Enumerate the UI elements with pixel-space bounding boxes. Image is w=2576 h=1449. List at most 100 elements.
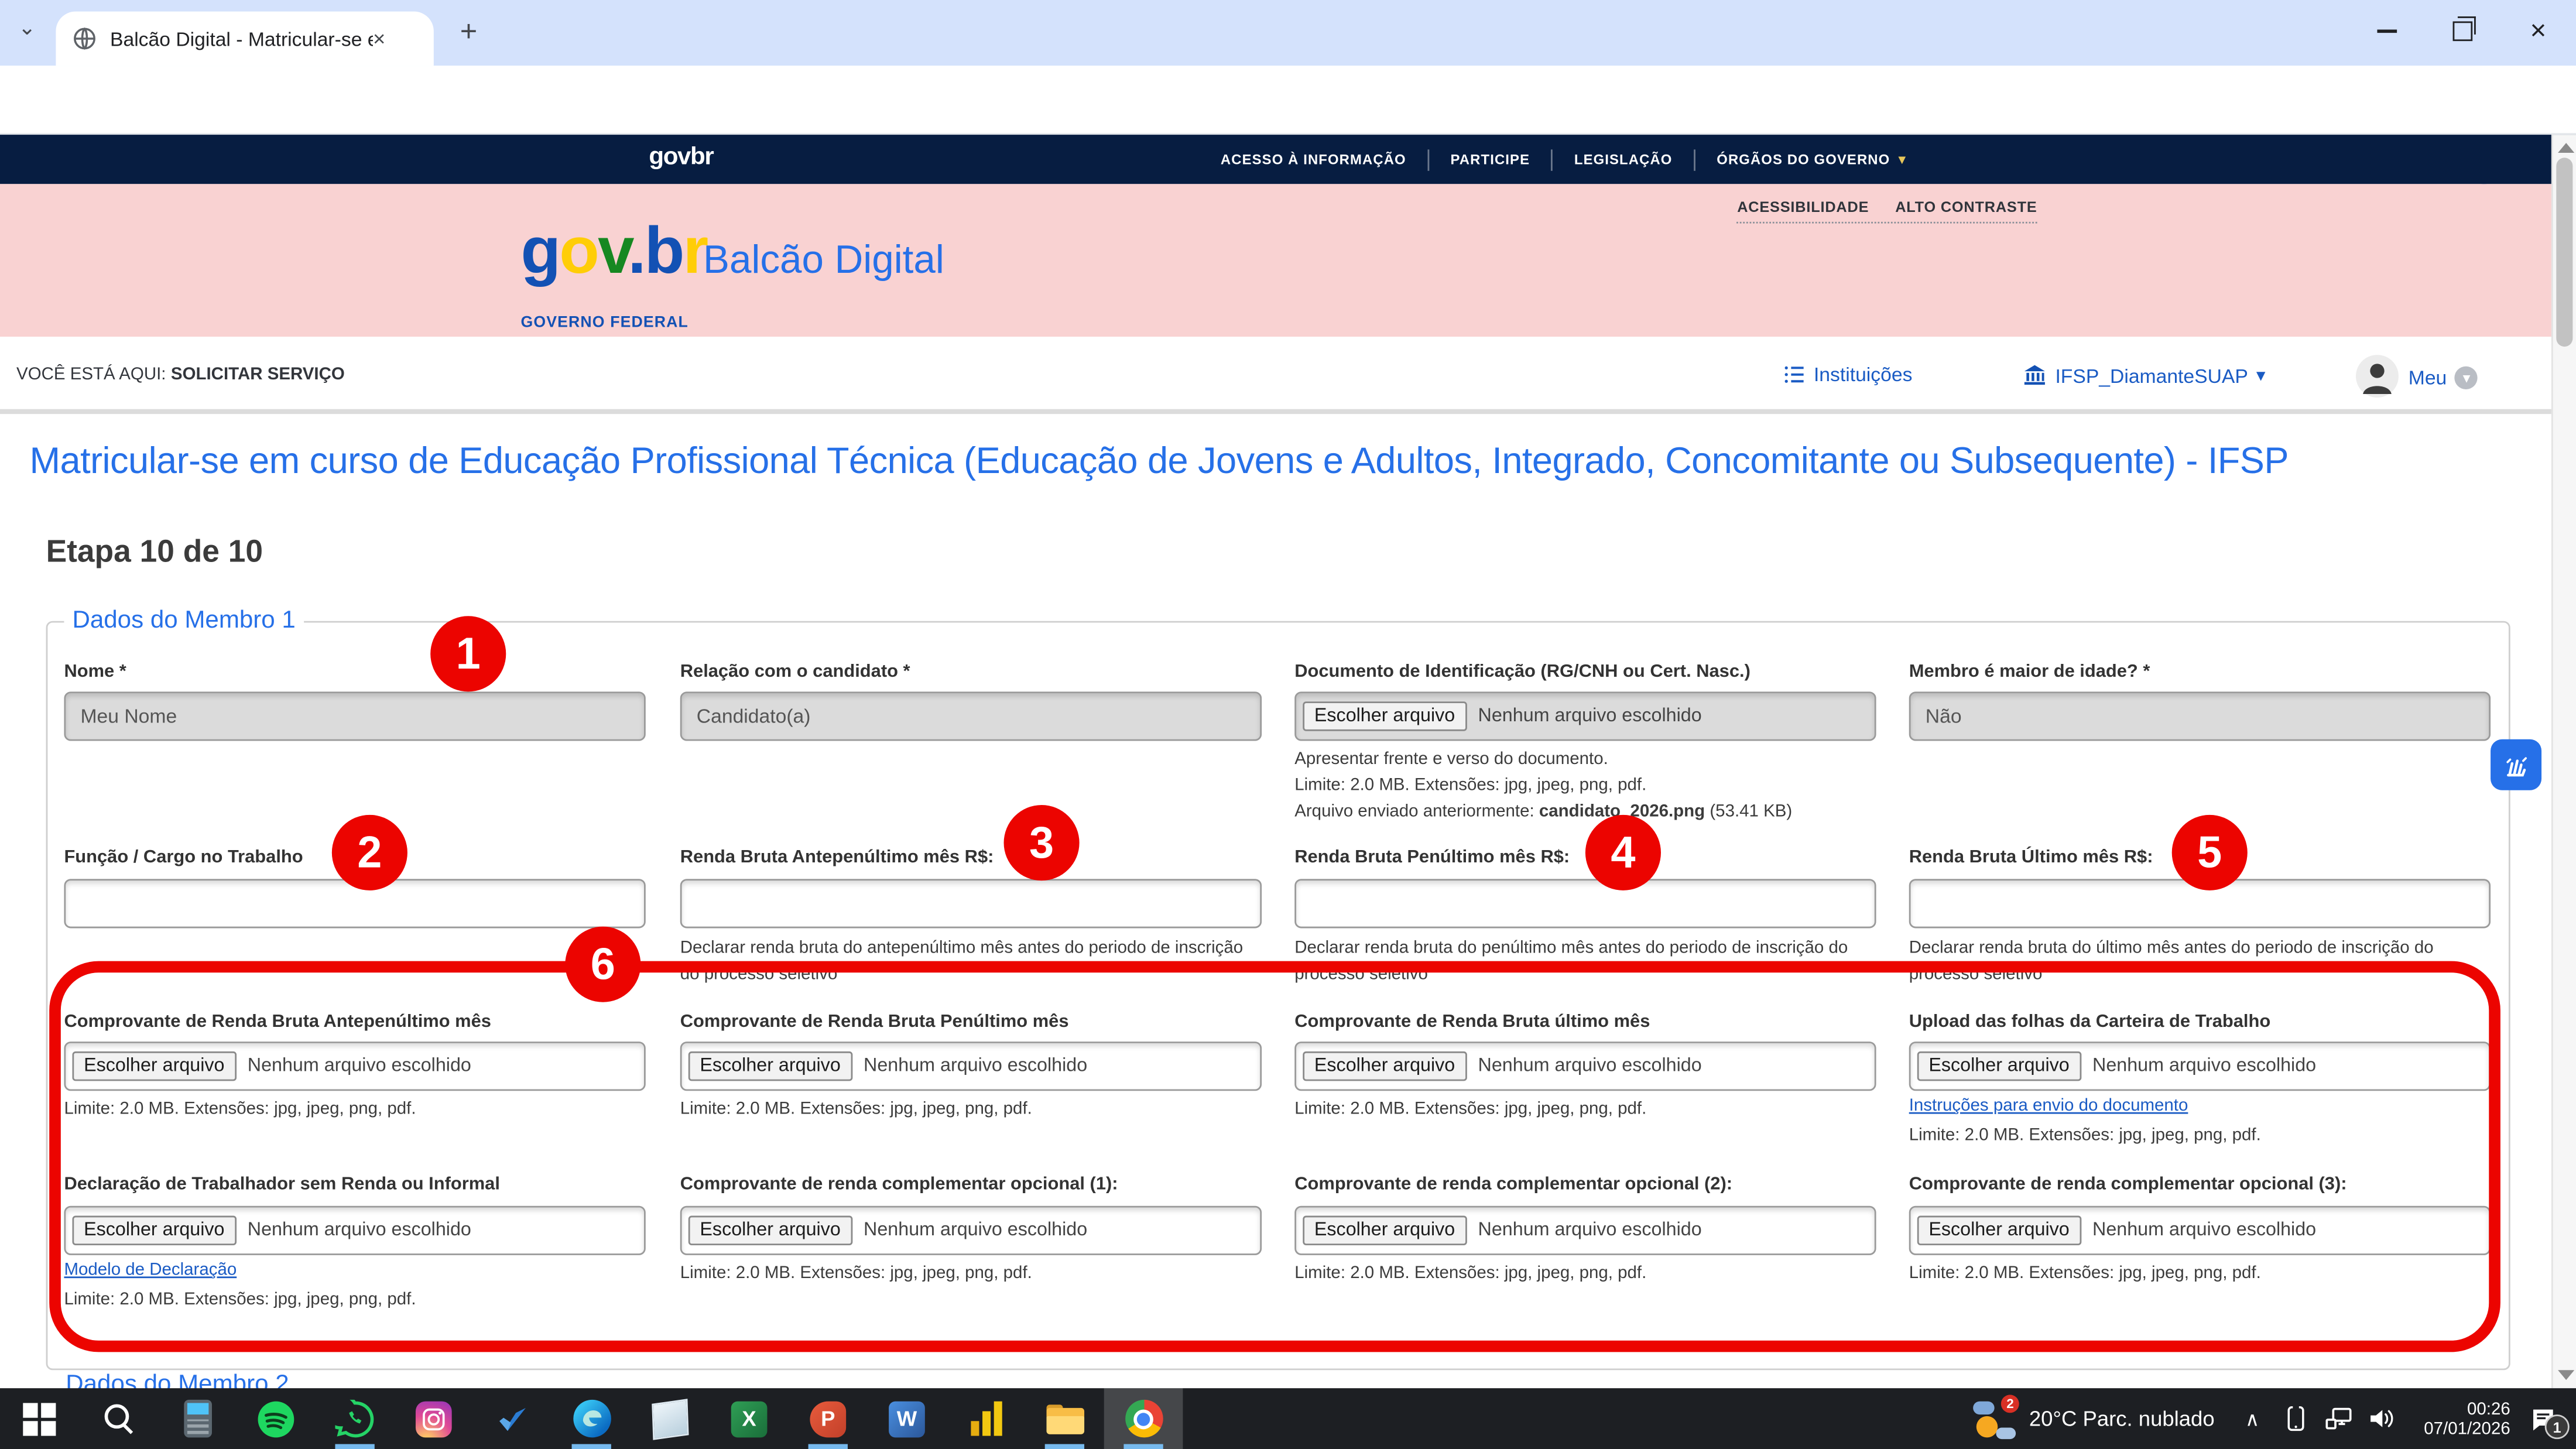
scroll-up-icon[interactable] xyxy=(2558,143,2574,153)
relacao-input: Candidato(a) xyxy=(680,691,1262,741)
close-tab-icon[interactable]: × xyxy=(373,28,385,49)
taskbar-icon-calculator[interactable] xyxy=(157,1388,237,1449)
prev-file-size: (53.41 KB) xyxy=(1705,801,1792,821)
vlibras-button[interactable] xyxy=(2491,739,2541,790)
choose-file-button[interactable]: Escolher arquivo xyxy=(1303,701,1467,731)
annotation-rectangle xyxy=(49,961,2500,1352)
tab-title: Balcão Digital - Matricular-se e xyxy=(110,27,373,50)
govbr-navbar-logo[interactable]: govbr xyxy=(649,143,713,171)
tray-chevron-icon[interactable]: ∧ xyxy=(2231,1407,2274,1430)
renda-antepenultimo-label: Renda Bruta Antepenúltimo mês R$: xyxy=(680,848,994,868)
renda-penultimo-label: Renda Bruta Penúltimo mês R$: xyxy=(1294,848,1570,868)
browser-tab[interactable]: Balcão Digital - Matricular-se e × xyxy=(56,12,433,66)
govbr-logo[interactable]: gov.br GOVERNO FEDERAL xyxy=(521,220,707,355)
restore-icon xyxy=(2453,21,2473,41)
running-indicator xyxy=(572,1444,611,1449)
nav-link-acesso[interactable]: ACESSO À INFORMAÇÃO xyxy=(1199,151,1427,167)
excel-icon: X xyxy=(731,1400,768,1437)
tab-search-chevron-icon[interactable]: ⌄ xyxy=(18,16,36,37)
breadcrumb-current: SOLICITAR SERVIÇO xyxy=(171,365,345,385)
nav-link-participe[interactable]: PARTICIPE xyxy=(1429,151,1551,167)
relacao-value: Candidato(a) xyxy=(697,705,811,728)
taskbar-icon-powerbi[interactable] xyxy=(946,1388,1025,1449)
taskbar-icon-chrome[interactable] xyxy=(1104,1388,1183,1449)
institutions-label: Instituições xyxy=(1814,363,1912,386)
word-icon: W xyxy=(889,1400,925,1437)
screen: ⌄ Balcão Digital - Matricular-se e × + ×… xyxy=(0,0,2576,1449)
scrollbar-thumb[interactable] xyxy=(2556,157,2572,347)
logo-letter: . xyxy=(628,215,644,287)
notification-center-button[interactable]: 1 xyxy=(2510,1388,2576,1449)
renda-antepenultimo-input[interactable] xyxy=(680,879,1262,928)
documento-help-2: Limite: 2.0 MB. Extensões: jpg, jpeg, pn… xyxy=(1294,774,1876,799)
minimize-icon xyxy=(2377,30,2397,33)
nome-input: Meu Nome xyxy=(64,691,645,741)
speaker-icon[interactable] xyxy=(2359,1406,2402,1431)
running-indicator xyxy=(809,1444,848,1449)
tenant-label: IFSP_DiamanteSUAP xyxy=(2055,364,2248,387)
accessibility-link[interactable]: ACESSIBILIDADE xyxy=(1737,199,1869,215)
maior-idade-value: Não xyxy=(1926,705,1962,728)
annotation-circle-6: 6 xyxy=(565,927,640,1002)
taskbar-icon-word[interactable]: W xyxy=(868,1388,947,1449)
taskbar-icon-spotify[interactable] xyxy=(237,1388,316,1449)
renda-penultimo-input[interactable] xyxy=(1294,879,1876,928)
powerbi-icon xyxy=(970,1402,1001,1436)
taskbar-start-button[interactable] xyxy=(0,1388,79,1449)
taskbar-icon-instagram[interactable] xyxy=(394,1388,473,1449)
govbr-navbar: govbr ACESSO À INFORMAÇÃO PARTICIPE LEGI… xyxy=(0,135,2576,184)
running-indicator xyxy=(1045,1444,1084,1449)
app-name: Balcão Digital xyxy=(703,238,944,285)
documento-help-1: Apresentar frente e verso do documento. xyxy=(1294,748,1876,773)
restore-button[interactable] xyxy=(2425,0,2500,63)
taskbar-icon-file-explorer[interactable] xyxy=(1025,1388,1104,1449)
minimize-button[interactable] xyxy=(2349,0,2425,63)
taskbar-search-button[interactable] xyxy=(79,1388,158,1449)
funcao-label: Função / Cargo no Trabalho xyxy=(64,848,303,868)
contrast-link[interactable]: ALTO CONTRASTE xyxy=(1895,199,2037,215)
chevron-down-icon: ▾ xyxy=(2455,366,2478,389)
windows-icon xyxy=(23,1402,56,1435)
institutions-link[interactable]: Instituições xyxy=(1783,363,1913,386)
taskbar-icon-whatsapp[interactable] xyxy=(316,1388,395,1449)
weather-text[interactable]: 20°C Parc. nublado xyxy=(2029,1406,2215,1431)
scroll-down-icon[interactable] xyxy=(2558,1370,2574,1380)
scrollbar[interactable] xyxy=(2551,135,2576,1388)
page-title: Matricular-se em curso de Educação Profi… xyxy=(30,440,2289,483)
chevron-down-icon: ▾ xyxy=(2256,365,2266,386)
nav-link-orgaos[interactable]: ÓRGÃOS DO GOVERNO xyxy=(1695,151,1912,167)
close-window-button[interactable]: × xyxy=(2500,0,2576,63)
annotation-circle-2: 2 xyxy=(332,815,407,890)
file-status: Nenhum arquivo escolhido xyxy=(1478,707,1702,727)
documento-file-input[interactable]: Escolher arquivo Nenhum arquivo escolhid… xyxy=(1294,691,1876,741)
search-icon xyxy=(100,1400,136,1437)
logo-letter: o xyxy=(559,215,598,287)
weather-badge: 2 xyxy=(2001,1394,2019,1412)
nav-link-legislacao[interactable]: LEGISLAÇÃO xyxy=(1553,151,1694,167)
taskbar-icon-excel[interactable]: X xyxy=(710,1388,789,1449)
chevron-down-icon: ▾ xyxy=(1898,150,1906,169)
logo-letter: b xyxy=(645,215,683,287)
taskbar-apps: X P W xyxy=(0,1388,1183,1449)
whatsapp-icon xyxy=(335,1399,374,1438)
logo-letter: v xyxy=(598,215,628,287)
user-menu[interactable]: Meu ▾ xyxy=(2409,366,2478,389)
breadcrumb-prefix: VOCÊ ESTÁ AQUI: xyxy=(16,365,166,385)
nome-label: Nome * xyxy=(64,662,126,682)
taskbar-icon-photos[interactable] xyxy=(631,1388,710,1449)
calculator-icon xyxy=(183,1400,211,1438)
notification-badge: 1 xyxy=(2545,1414,2570,1439)
list-icon xyxy=(1783,363,1806,386)
annotation-circle-1: 1 xyxy=(430,616,506,691)
network-icon[interactable] xyxy=(2317,1406,2359,1431)
running-indicator xyxy=(1123,1444,1163,1449)
taskbar-icon-powerpoint[interactable]: P xyxy=(789,1388,868,1449)
clock[interactable]: 00:2607/01/2026 xyxy=(2409,1399,2510,1438)
tenant-selector[interactable]: IFSP_DiamanteSUAP ▾ xyxy=(2022,363,2265,388)
taskbar-icon-todo[interactable] xyxy=(473,1388,552,1449)
phone-link-icon[interactable] xyxy=(2274,1405,2317,1433)
new-tab-button[interactable]: + xyxy=(460,16,478,46)
taskbar-icon-edge[interactable] xyxy=(552,1388,631,1449)
avatar[interactable] xyxy=(2356,355,2399,398)
weather-icon[interactable]: 2 xyxy=(1973,1397,2019,1440)
